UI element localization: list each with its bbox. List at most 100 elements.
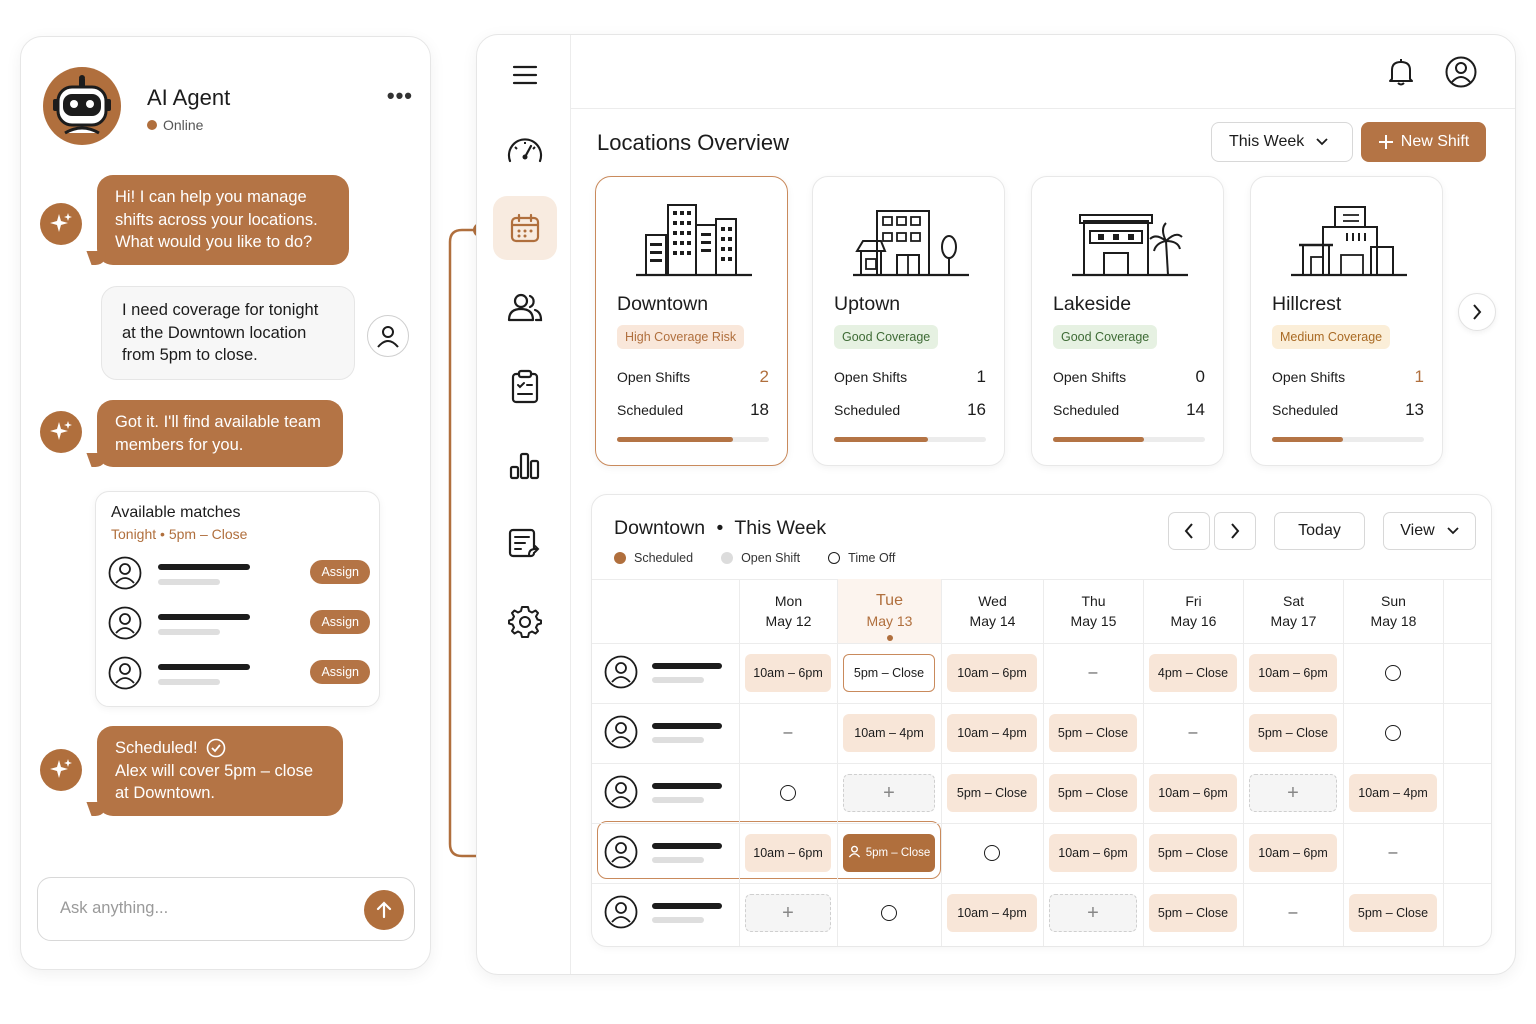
shift-cell[interactable]: 5pm – Close <box>947 774 1037 812</box>
user-circle-icon <box>1445 56 1477 88</box>
coverage-progress <box>1053 437 1205 442</box>
shift-cell[interactable]: 10am – 6pm <box>1249 654 1337 692</box>
new-shift-button[interactable]: New Shift <box>1361 122 1486 162</box>
shift-cell[interactable]: 10am – 4pm <box>947 714 1037 752</box>
shift-cell[interactable]: 10am – 4pm <box>843 714 935 752</box>
shift-cell[interactable]: 10am – 4pm <box>947 894 1037 932</box>
location-name: Uptown <box>834 293 901 315</box>
open-shifts-row: Open Shifts 2 <box>617 367 769 386</box>
scheduled-row: Scheduled 13 <box>1272 400 1424 419</box>
open-shifts-label: Open Shifts <box>1272 369 1346 385</box>
day-header-wed: Wed May 14 <box>941 579 1043 643</box>
day-header-tue: Tue May 13 <box>837 579 941 643</box>
user-avatar-icon <box>604 655 638 689</box>
location-card-uptown[interactable]: Uptown Good Coverage Open Shifts 1 Schedu… <box>812 176 1005 466</box>
prev-week-button[interactable] <box>1168 512 1210 550</box>
open-shifts-value: 2 <box>759 367 769 386</box>
shift-cell[interactable]: 5pm – Close <box>843 654 935 692</box>
open-shift-add-button[interactable]: + <box>1249 774 1337 812</box>
coverage-progress-fill <box>1272 437 1344 442</box>
grid-column-divider <box>739 579 740 946</box>
open-shifts-row: Open Shifts 1 <box>1272 367 1424 386</box>
calendar-icon <box>510 213 540 243</box>
shift-cell[interactable]: 10am – 6pm <box>1049 834 1137 872</box>
shift-cell[interactable]: 10am – 6pm <box>1249 834 1337 872</box>
hamburger-icon <box>512 65 538 85</box>
shift-cell[interactable]: 5pm – Close <box>1349 894 1437 932</box>
shift-cell[interactable]: 4pm – Close <box>1149 654 1237 692</box>
nav-dashboard[interactable] <box>493 117 557 181</box>
coverage-badge: High Coverage Risk <box>617 325 745 349</box>
view-select[interactable]: View <box>1383 512 1476 550</box>
open-dot <box>721 552 734 564</box>
name-placeholder <box>158 614 250 620</box>
shift-cell[interactable]: 10am – 6pm <box>947 654 1037 692</box>
grid-column-divider <box>837 579 838 946</box>
more-options-button[interactable]: ••• <box>387 83 413 109</box>
shift-time: 5pm – Close <box>1157 846 1229 860</box>
scheduled-row: Scheduled 14 <box>1053 400 1205 419</box>
next-locations-button[interactable] <box>1458 293 1496 331</box>
chevron-left-icon <box>1184 523 1193 539</box>
confirmation-title: Scheduled! <box>115 739 198 757</box>
location-card-downtown[interactable]: Downtown High Coverage Risk Open Shifts 2… <box>595 176 788 466</box>
shift-cell[interactable]: 5pm – Close <box>1149 894 1237 932</box>
match-row: Assign <box>108 556 370 592</box>
shift-time: 5pm – Close <box>865 847 931 859</box>
top-bar <box>571 35 1515 109</box>
nav-settings[interactable] <box>493 589 557 653</box>
send-button[interactable] <box>364 890 404 930</box>
shift-time: 10am – 4pm <box>854 726 924 740</box>
assign-button[interactable]: Assign <box>310 660 370 684</box>
schedule-panel: Downtown • This Week Scheduled Open Shif… <box>591 494 1492 947</box>
shift-time: 10am – 6pm <box>753 666 823 680</box>
nav-reports[interactable] <box>493 433 557 497</box>
week-select-label: This Week <box>1229 133 1305 150</box>
nav-requests[interactable] <box>493 512 557 576</box>
ai-message: Got it. I'll find available team members… <box>97 400 343 467</box>
shift-cell[interactable]: 5pm – Close <box>843 834 935 872</box>
open-shift-add-button[interactable]: + <box>843 774 935 812</box>
day-name: Sun <box>1381 593 1406 609</box>
row-divider <box>592 763 1491 764</box>
nav-tasks[interactable] <box>493 354 557 418</box>
week-select[interactable]: This Week <box>1211 122 1353 162</box>
day-name: Fri <box>1185 593 1202 609</box>
open-shifts-label: Open Shifts <box>1053 369 1127 385</box>
open-shift-add-button[interactable]: + <box>1049 894 1137 932</box>
shift-cell[interactable]: 5pm – Close <box>1149 834 1237 872</box>
next-week-button[interactable] <box>1214 512 1256 550</box>
user-avatar-icon <box>604 775 638 809</box>
shift-cell[interactable]: 10am – 6pm <box>745 834 831 872</box>
assign-button[interactable]: Assign <box>310 610 370 634</box>
menu-button[interactable] <box>493 43 557 107</box>
assign-button[interactable]: Assign <box>310 560 370 584</box>
user-avatar-icon <box>604 835 638 869</box>
ask-input[interactable]: Ask anything... <box>37 877 415 941</box>
match-row: Assign <box>108 606 370 642</box>
shift-time: 5pm – Close <box>1357 906 1429 920</box>
scheduled-dot <box>614 552 626 564</box>
shift-cell[interactable]: 10am – 6pm <box>745 654 831 692</box>
profile-button[interactable] <box>1444 55 1478 89</box>
shift-cell[interactable]: 10am – 4pm <box>1349 774 1437 812</box>
location-card-hillcrest[interactable]: Hillcrest Medium Coverage Open Shifts 1 S… <box>1250 176 1443 466</box>
nav-team[interactable] <box>493 275 557 339</box>
shift-cell[interactable]: 5pm – Close <box>1049 714 1137 752</box>
shift-cell[interactable]: 5pm – Close <box>1049 774 1137 812</box>
plus-icon <box>1378 135 1393 149</box>
day-date: May 14 <box>969 613 1016 629</box>
shift-cell[interactable]: 5pm – Close <box>1249 714 1337 752</box>
ai-confirmation-message: Scheduled! Alex will cover 5pm – close a… <box>97 726 343 816</box>
scheduled-value: 14 <box>1186 400 1205 419</box>
location-card-lakeside[interactable]: Lakeside Good Coverage Open Shifts 0 Sche… <box>1031 176 1224 466</box>
grid-column-divider <box>1243 579 1244 946</box>
bar-chart-icon <box>509 452 540 480</box>
name-placeholder <box>652 663 722 669</box>
time-off-icon <box>984 845 1000 861</box>
today-button[interactable]: Today <box>1274 512 1365 550</box>
notifications-button[interactable] <box>1384 55 1418 89</box>
nav-schedule[interactable] <box>493 196 557 260</box>
shift-cell[interactable]: 10am – 6pm <box>1149 774 1237 812</box>
open-shift-add-button[interactable]: + <box>745 894 831 932</box>
